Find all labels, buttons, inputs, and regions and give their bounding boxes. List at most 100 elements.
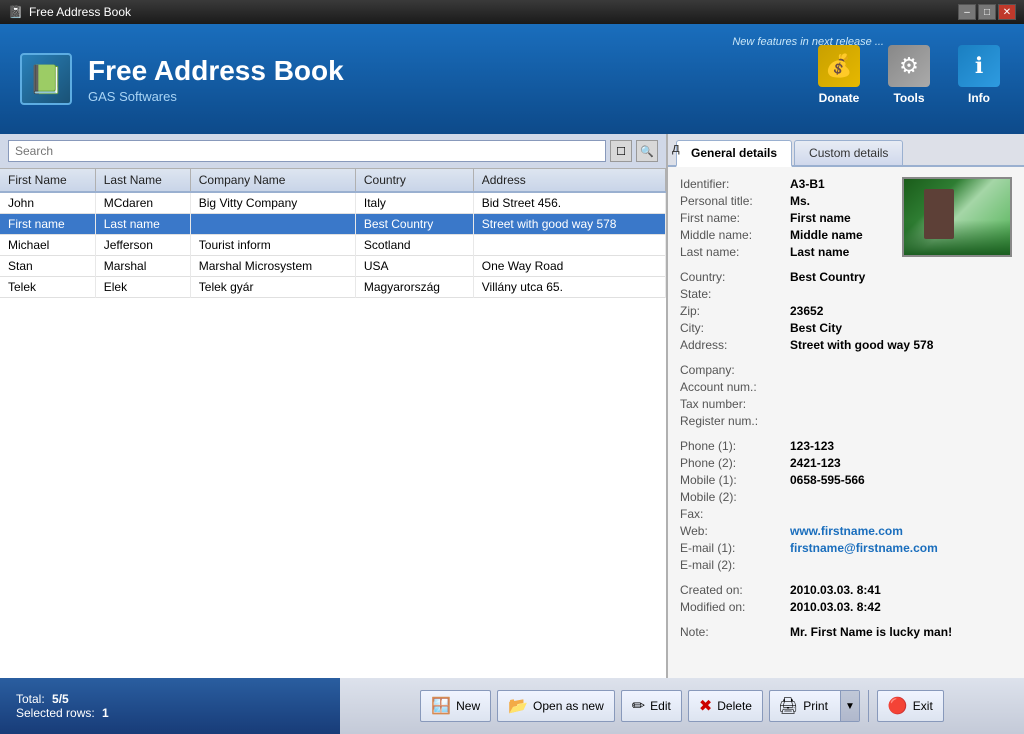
info-label: Info <box>968 91 990 105</box>
cursor-indicator: д <box>672 140 680 155</box>
detail-first-name: First name: First name <box>680 211 892 225</box>
detail-tax-number: Tax number: <box>680 397 1012 411</box>
tools-button[interactable]: ⚙ Tools <box>884 45 934 105</box>
exit-label: Exit <box>913 699 933 713</box>
detail-modified: Modified on: 2010.03.03. 8:42 <box>680 600 1012 614</box>
city-value: Best City <box>790 321 842 335</box>
search-submit-button[interactable]: 🔍 <box>636 140 658 162</box>
right-panel: д General details Custom details Identif… <box>668 134 1024 678</box>
mobile2-label: Mobile (2): <box>680 490 790 504</box>
new-label: New <box>456 699 480 713</box>
table-header-row: First Name Last Name Company Name Countr… <box>0 169 666 192</box>
app-subtitle: GAS Softwares <box>88 89 814 104</box>
detail-account-num: Account num.: <box>680 380 1012 394</box>
web-value[interactable]: www.firstname.com <box>790 524 903 538</box>
first-name-value: First name <box>790 211 851 225</box>
exit-button[interactable]: 🔴 Exit <box>877 690 944 722</box>
maximize-button[interactable]: □ <box>978 4 996 20</box>
new-button[interactable]: 🪟 New <box>420 690 491 722</box>
country-value: Best Country <box>790 270 865 284</box>
cell-country: Magyarország <box>355 277 473 298</box>
titlebar-title: Free Address Book <box>29 5 131 19</box>
cell-company: Tourist inform <box>190 235 355 256</box>
detail-web: Web: www.firstname.com <box>680 524 1012 538</box>
cell-company: Marshal Microsystem <box>190 256 355 277</box>
table-row[interactable]: MichaelJeffersonTourist informScotland <box>0 235 666 256</box>
last-name-value: Last name <box>790 245 849 259</box>
cell-country: Italy <box>355 192 473 214</box>
first-name-label: First name: <box>680 211 790 225</box>
edit-label: Edit <box>650 699 671 713</box>
cell-address: Bid Street 456. <box>473 192 665 214</box>
table-row[interactable]: TelekElekTelek gyárMagyarországVillány u… <box>0 277 666 298</box>
detail-personal-title: Personal title: Ms. <box>680 194 892 208</box>
tools-label: Tools <box>893 91 924 105</box>
cell-country: Scotland <box>355 235 473 256</box>
print-icon: 🖨 <box>778 696 798 716</box>
middle-name-label: Middle name: <box>680 228 790 242</box>
tax-number-label: Tax number: <box>680 397 790 411</box>
zip-label: Zip: <box>680 304 790 318</box>
info-icon: ℹ <box>958 45 1000 87</box>
col-address[interactable]: Address <box>473 169 665 192</box>
detail-city: City: Best City <box>680 321 1012 335</box>
edit-icon: ✏ <box>632 696 645 716</box>
col-country[interactable]: Country <box>355 169 473 192</box>
main-content: ☐ 🔍 First Name Last Name Company Name Co… <box>0 134 1024 678</box>
total-value: 5/5 <box>52 692 69 706</box>
cell-last_name: Jefferson <box>95 235 190 256</box>
table-row[interactable]: JohnMCdarenBig Vitty CompanyItalyBid Str… <box>0 192 666 214</box>
city-label: City: <box>680 321 790 335</box>
edit-button[interactable]: ✏ Edit <box>621 690 682 722</box>
minimize-button[interactable]: – <box>958 4 976 20</box>
detail-phone1: Phone (1): 123-123 <box>680 439 1012 453</box>
print-dropdown-arrow[interactable]: ▼ <box>840 691 859 721</box>
titlebar: 📓 Free Address Book – □ ✕ <box>0 0 1024 24</box>
info-button[interactable]: ℹ Info <box>954 45 1004 105</box>
titlebar-controls: – □ ✕ <box>958 4 1016 20</box>
selected-status: Selected rows: 1 <box>16 706 324 720</box>
country-label: Country: <box>680 270 790 284</box>
email1-value[interactable]: firstname@firstname.com <box>790 541 938 555</box>
donate-button[interactable]: 💰 Donate <box>814 45 864 105</box>
app-title: Free Address Book <box>88 55 814 87</box>
last-name-label: Last name: <box>680 245 790 259</box>
email2-label: E-mail (2): <box>680 558 790 572</box>
col-first-name[interactable]: First Name <box>0 169 95 192</box>
address-value: Street with good way 578 <box>790 338 933 352</box>
register-num-label: Register num.: <box>680 414 790 428</box>
delete-label: Delete <box>717 699 752 713</box>
tools-icon: ⚙ <box>888 45 930 87</box>
detail-middle-name: Middle name: Middle name <box>680 228 892 242</box>
col-last-name[interactable]: Last Name <box>95 169 190 192</box>
contact-photo[interactable] <box>902 177 1012 257</box>
total-status: Total: 5/5 <box>16 692 324 706</box>
table-row[interactable]: First nameLast nameBest CountryStreet wi… <box>0 214 666 235</box>
tab-custom[interactable]: Custom details <box>794 140 903 165</box>
header: 📗 Free Address Book GAS Softwares New fe… <box>0 24 1024 134</box>
exit-icon: 🔴 <box>888 696 908 716</box>
print-button[interactable]: 🖨 Print <box>770 691 836 721</box>
contact-table: First Name Last Name Company Name Countr… <box>0 169 666 678</box>
app-icon-small: 📓 <box>8 5 23 19</box>
address-label: Address: <box>680 338 790 352</box>
cell-first_name: Telek <box>0 277 95 298</box>
detail-state: State: <box>680 287 1012 301</box>
tab-general[interactable]: General details <box>676 140 792 167</box>
close-button[interactable]: ✕ <box>998 4 1016 20</box>
search-input[interactable] <box>8 140 606 162</box>
search-clear-button[interactable]: ☐ <box>610 140 632 162</box>
phone2-label: Phone (2): <box>680 456 790 470</box>
table-row[interactable]: StanMarshalMarshal MicrosystemUSAOne Way… <box>0 256 666 277</box>
open-as-new-label: Open as new <box>533 699 604 713</box>
open-as-new-button[interactable]: 📂 Open as new <box>497 690 615 722</box>
print-button-group: 🖨 Print ▼ <box>769 690 860 722</box>
header-notice: New features in next release ... <box>732 36 884 48</box>
cell-first_name: First name <box>0 214 95 235</box>
delete-button[interactable]: ✖ Delete <box>688 690 763 722</box>
email1-label: E-mail (1): <box>680 541 790 555</box>
status-panel: Total: 5/5 Selected rows: 1 <box>0 678 340 734</box>
zip-value: 23652 <box>790 304 823 318</box>
titlebar-left: 📓 Free Address Book <box>8 5 131 19</box>
col-company[interactable]: Company Name <box>190 169 355 192</box>
